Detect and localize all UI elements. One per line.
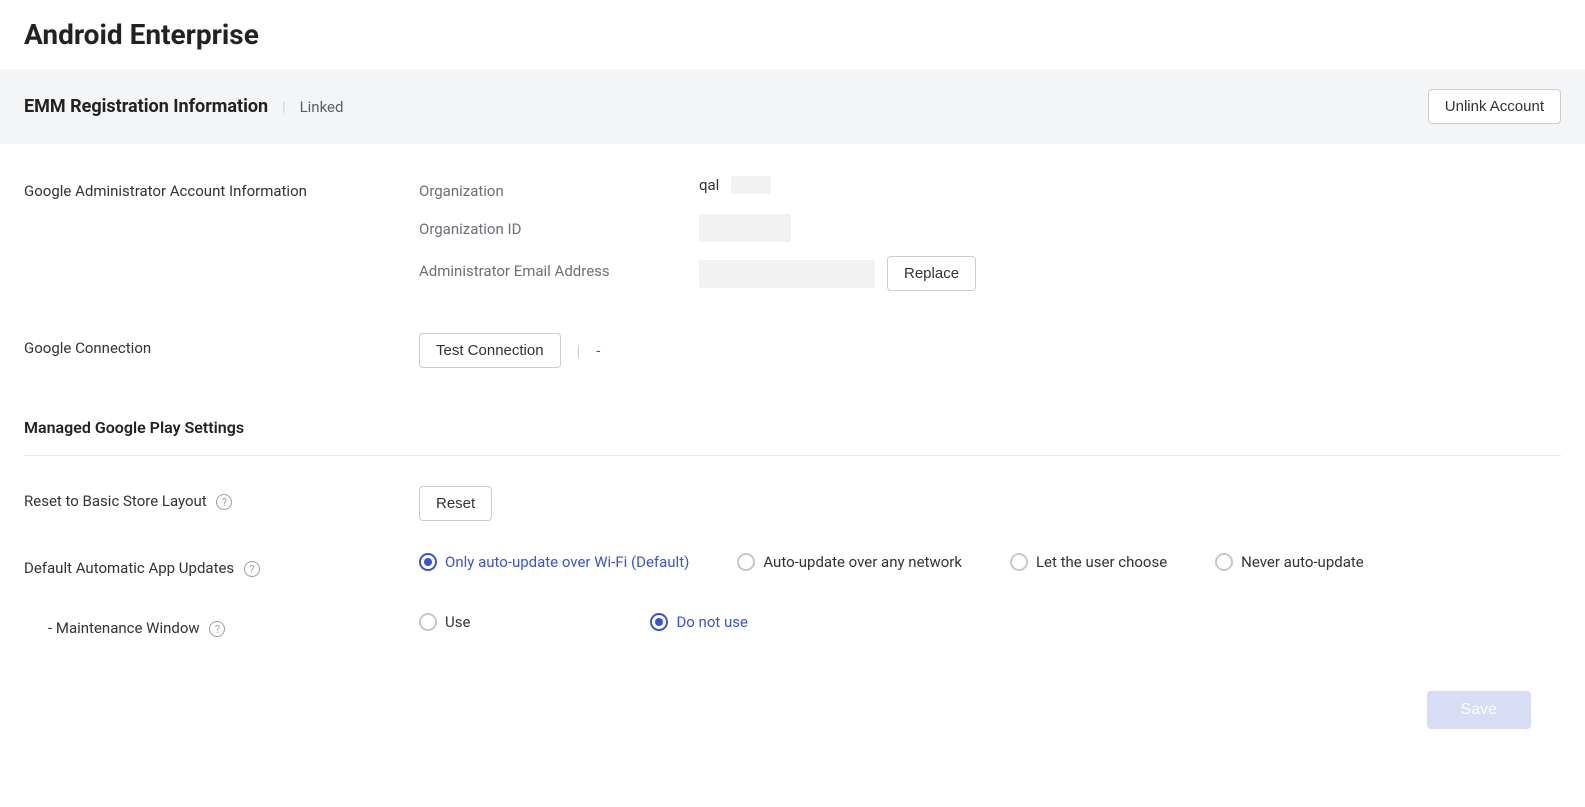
replace-button[interactable]: Replace bbox=[887, 256, 976, 291]
organization-id-label: Organization ID bbox=[419, 214, 699, 238]
radio-auto-update-never[interactable]: Never auto-update bbox=[1215, 553, 1364, 571]
emm-registration-heading: EMM Registration Information bbox=[24, 96, 268, 117]
radio-icon bbox=[419, 553, 437, 571]
separator: | bbox=[577, 342, 581, 360]
organization-label: Organization bbox=[419, 176, 699, 200]
radio-label: Do not use bbox=[676, 613, 748, 631]
radio-icon bbox=[737, 553, 755, 571]
radio-maintenance-not-use[interactable]: Do not use bbox=[650, 613, 748, 631]
admin-email-label: Administrator Email Address bbox=[419, 256, 699, 280]
reset-button[interactable]: Reset bbox=[419, 486, 492, 521]
radio-auto-update-wifi[interactable]: Only auto-update over Wi-Fi (Default) bbox=[419, 553, 689, 571]
auto-update-label: Default Automatic App Updates bbox=[24, 559, 234, 577]
radio-label: Auto-update over any network bbox=[763, 553, 962, 571]
radio-label: Use bbox=[445, 613, 470, 631]
google-connection-label: Google Connection bbox=[24, 333, 419, 357]
radio-auto-update-any[interactable]: Auto-update over any network bbox=[737, 553, 962, 571]
reset-layout-label: Reset to Basic Store Layout bbox=[24, 492, 207, 510]
radio-label: Let the user choose bbox=[1036, 553, 1167, 571]
header-bar: EMM Registration Information | Linked Un… bbox=[0, 69, 1585, 144]
link-status: Linked bbox=[300, 98, 344, 116]
radio-auto-update-user[interactable]: Let the user choose bbox=[1010, 553, 1167, 571]
separator: | bbox=[282, 99, 285, 115]
radio-maintenance-use[interactable]: Use bbox=[419, 613, 470, 631]
admin-email-value-redacted bbox=[699, 260, 875, 288]
organization-id-value-redacted bbox=[699, 214, 791, 242]
divider bbox=[24, 455, 1561, 456]
managed-play-heading: Managed Google Play Settings bbox=[24, 410, 1561, 455]
radio-icon bbox=[1010, 553, 1028, 571]
maintenance-window-label: - Maintenance Window bbox=[48, 619, 200, 637]
unlink-account-button[interactable]: Unlink Account bbox=[1428, 89, 1561, 124]
page-title: Android Enterprise bbox=[0, 0, 1585, 69]
help-icon[interactable]: ? bbox=[216, 494, 232, 510]
help-icon[interactable]: ? bbox=[209, 621, 225, 637]
organization-value: qal bbox=[699, 176, 719, 194]
radio-label: Only auto-update over Wi-Fi (Default) bbox=[445, 553, 689, 571]
help-icon[interactable]: ? bbox=[244, 561, 260, 577]
radio-label: Never auto-update bbox=[1241, 553, 1364, 571]
admin-section-label: Google Administrator Account Information bbox=[24, 176, 419, 200]
test-connection-button[interactable]: Test Connection bbox=[419, 333, 561, 368]
save-button[interactable]: Save bbox=[1427, 691, 1531, 729]
connection-result: - bbox=[596, 342, 600, 360]
radio-icon bbox=[650, 613, 668, 631]
organization-redacted bbox=[731, 176, 771, 194]
radio-icon bbox=[419, 613, 437, 631]
radio-icon bbox=[1215, 553, 1233, 571]
